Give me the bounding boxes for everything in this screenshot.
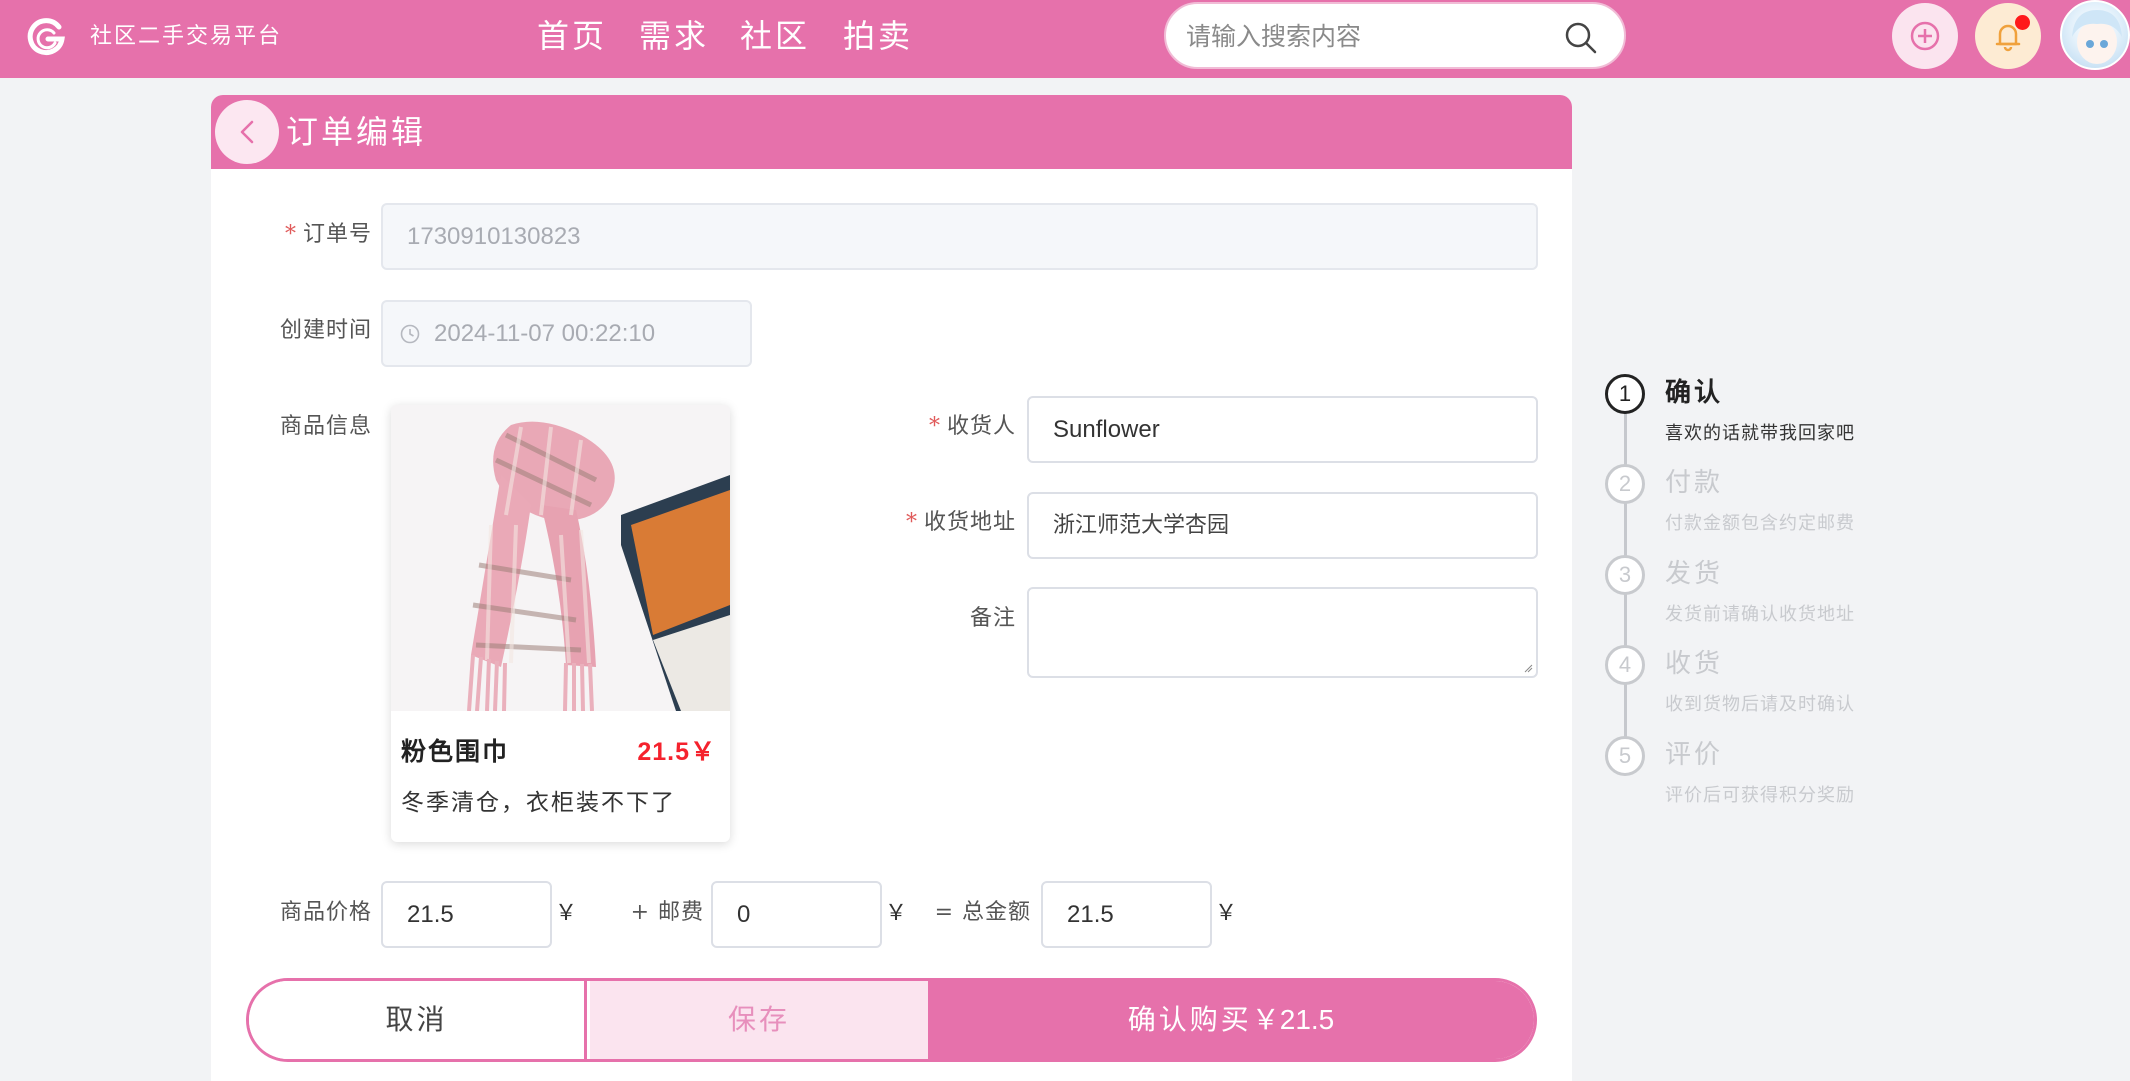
step-description: 发货前请确认收货地址 (1665, 604, 1855, 625)
action-bar: 取消 保存 确认购买￥21.5 (246, 978, 1537, 1062)
remark-textarea[interactable] (1027, 587, 1538, 678)
step-title: 付款 (1665, 468, 1724, 498)
resize-handle-icon[interactable] (1523, 663, 1533, 673)
address-input[interactable]: 浙江师范大学杏园 (1027, 492, 1538, 559)
nav-demand[interactable]: 需求 (639, 14, 709, 58)
product-info-label: 商品信息 (279, 414, 372, 439)
step-number: 5 (1605, 736, 1645, 776)
total-label: = 总金额 (934, 900, 1031, 925)
step-review: 5 评价 评价后可获得积分奖励 (1605, 736, 1925, 816)
product-image (391, 405, 730, 712)
nav-community[interactable]: 社区 (740, 14, 810, 58)
avatar-image (2072, 10, 2122, 64)
total-input[interactable]: 21.5 (1041, 881, 1212, 948)
search-input[interactable]: 请输入搜索内容 (1164, 2, 1626, 69)
currency-symbol: ￥ (885, 900, 908, 925)
order-steps: 1 确认 喜欢的话就带我回家吧 2 付款 付款金额包含约定邮费 3 发货 发货前… (1605, 374, 1925, 824)
price-label: 商品价格 (279, 900, 372, 925)
step-title: 确认 (1665, 378, 1724, 408)
step-number: 2 (1605, 464, 1645, 504)
created-time-label: 创建时间 (279, 318, 372, 343)
step-title: 发货 (1665, 559, 1724, 589)
currency-symbol: ￥ (555, 900, 578, 925)
price-input[interactable]: 21.5 (381, 881, 552, 948)
created-time-value: 2024-11-07 00:22:10 (434, 320, 656, 347)
confirm-purchase-label: 确认购买 (1127, 1003, 1252, 1036)
confirm-purchase-button[interactable]: 确认购买￥21.5 (928, 981, 1534, 1059)
g-logo-icon[interactable] (26, 17, 66, 57)
address-label: * 收货地址 (905, 510, 1016, 535)
step-number: 4 (1605, 645, 1645, 685)
plus-circle-icon (1910, 21, 1940, 51)
avatar[interactable] (2060, 0, 2130, 70)
order-edit-card: 订单编辑 * 订单号 1730910130823 创建时间 2024-11-07 … (211, 95, 1572, 1081)
step-number: 1 (1605, 374, 1645, 414)
step-title: 收货 (1665, 649, 1724, 679)
step-confirm: 1 确认 喜欢的话就带我回家吧 (1605, 374, 1925, 454)
step-description: 付款金额包含约定邮费 (1665, 513, 1855, 534)
brand-name: 社区二手交易平台 (90, 24, 283, 49)
currency-symbol: ￥ (1215, 900, 1238, 925)
order-no-label: * 订单号 (284, 222, 372, 247)
scarf-image (391, 405, 730, 712)
step-pay: 2 付款 付款金额包含约定邮费 (1605, 464, 1925, 544)
cancel-button[interactable]: 取消 (249, 981, 587, 1059)
nav-auction[interactable]: 拍卖 (843, 14, 913, 58)
chevron-left-icon (240, 120, 254, 144)
step-number: 3 (1605, 555, 1645, 595)
shipping-input[interactable]: 0 (711, 881, 882, 948)
confirm-purchase-amount: ￥21.5 (1251, 1004, 1335, 1035)
created-time-field: 2024-11-07 00:22:10 (381, 300, 752, 367)
shipping-label: + 邮费 (630, 900, 704, 925)
product-price: 21.5￥ (637, 738, 716, 766)
search-placeholder: 请输入搜索内容 (1186, 22, 1362, 51)
card-header: 订单编辑 (211, 95, 1572, 169)
product-card[interactable]: 粉色围巾 21.5￥ 冬季清仓，衣柜装不下了 (391, 405, 730, 842)
remark-label: 备注 (969, 606, 1016, 631)
page-title: 订单编辑 (286, 113, 427, 151)
step-receive: 4 收货 收到货物后请及时确认 (1605, 645, 1925, 725)
notification-badge (2015, 15, 2030, 30)
add-button[interactable] (1892, 3, 1958, 69)
top-navbar: 社区二手交易平台 首页 需求 社区 拍卖 请输入搜索内容 (0, 0, 2130, 78)
search-icon[interactable] (1564, 21, 1598, 55)
back-button[interactable] (215, 100, 279, 164)
nav-home[interactable]: 首页 (537, 14, 607, 58)
order-no-field: 1730910130823 (381, 203, 1538, 270)
step-title: 评价 (1665, 740, 1724, 770)
required-mark: * (284, 222, 297, 247)
receiver-input[interactable]: Sunflower (1027, 396, 1538, 463)
receiver-label: * 收货人 (928, 414, 1016, 439)
step-description: 收到货物后请及时确认 (1665, 694, 1855, 715)
step-description: 喜欢的话就带我回家吧 (1665, 423, 1855, 444)
clock-icon (400, 324, 420, 344)
save-button[interactable]: 保存 (590, 981, 928, 1059)
step-ship: 3 发货 发货前请确认收货地址 (1605, 555, 1925, 635)
notification-button[interactable] (1975, 3, 2041, 69)
product-description: 冬季清仓，衣柜装不下了 (401, 790, 676, 816)
product-name: 粉色围巾 (401, 737, 510, 766)
step-description: 评价后可获得积分奖励 (1665, 785, 1855, 806)
